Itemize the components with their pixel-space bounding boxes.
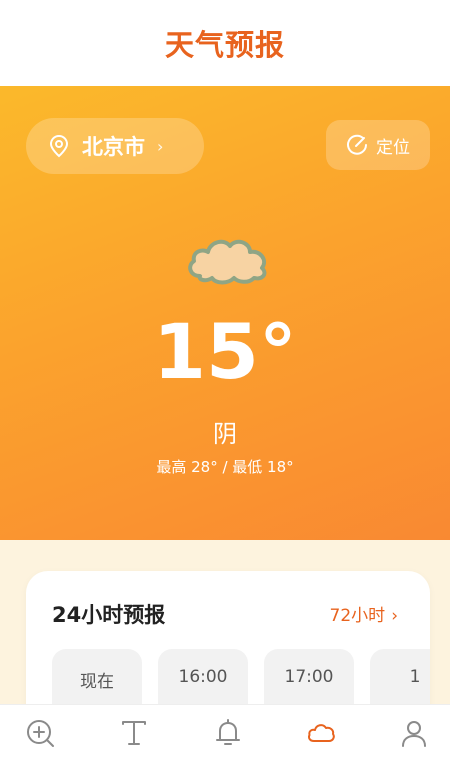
chevron-right-icon: › bbox=[391, 606, 398, 626]
locate-icon bbox=[347, 134, 367, 155]
temperature-range: 最高 28° / 最低 18° bbox=[156, 458, 294, 476]
nav-item-weather[interactable] bbox=[305, 717, 337, 749]
locate-button[interactable]: 定位 bbox=[326, 120, 430, 170]
nav-item-profile[interactable] bbox=[398, 717, 430, 749]
hour-label: 现在 bbox=[80, 672, 114, 692]
weather-condition: 阴 bbox=[213, 420, 237, 448]
cloud-icon bbox=[308, 724, 335, 742]
72-hour-link[interactable]: 72小时 › bbox=[330, 601, 398, 626]
bottom-nav bbox=[0, 704, 450, 758]
72-hour-link-label: 72小时 bbox=[329, 606, 386, 626]
current-temperature: 15° bbox=[153, 307, 297, 396]
chevron-right-icon: › bbox=[157, 136, 164, 156]
cloud-icon bbox=[188, 239, 267, 285]
bell-icon bbox=[216, 719, 240, 745]
locate-label: 定位 bbox=[376, 137, 410, 158]
nav-item-text[interactable] bbox=[118, 717, 150, 749]
app-header: 天气预报 bbox=[0, 0, 450, 86]
hour-label: 17:00 bbox=[284, 667, 334, 687]
nav-item-notifications[interactable] bbox=[212, 717, 244, 749]
city-name: 北京市 bbox=[82, 135, 145, 159]
forecast-title: 24小时预报 bbox=[52, 603, 166, 627]
text-icon bbox=[122, 721, 146, 745]
location-pin-icon bbox=[49, 134, 69, 158]
city-selector-button[interactable]: 北京市 › bbox=[26, 118, 204, 174]
weather-hero: 北京市 › 定位 15° 阴 最高 28° / 最低 18° bbox=[0, 86, 450, 540]
page-title: 天气预报 bbox=[164, 28, 285, 62]
nav-item-add-search[interactable] bbox=[24, 717, 56, 749]
hour-label: 16:00 bbox=[178, 667, 228, 687]
hour-label: 1 bbox=[409, 667, 421, 687]
user-icon bbox=[402, 721, 426, 747]
add-search-icon bbox=[27, 720, 54, 747]
